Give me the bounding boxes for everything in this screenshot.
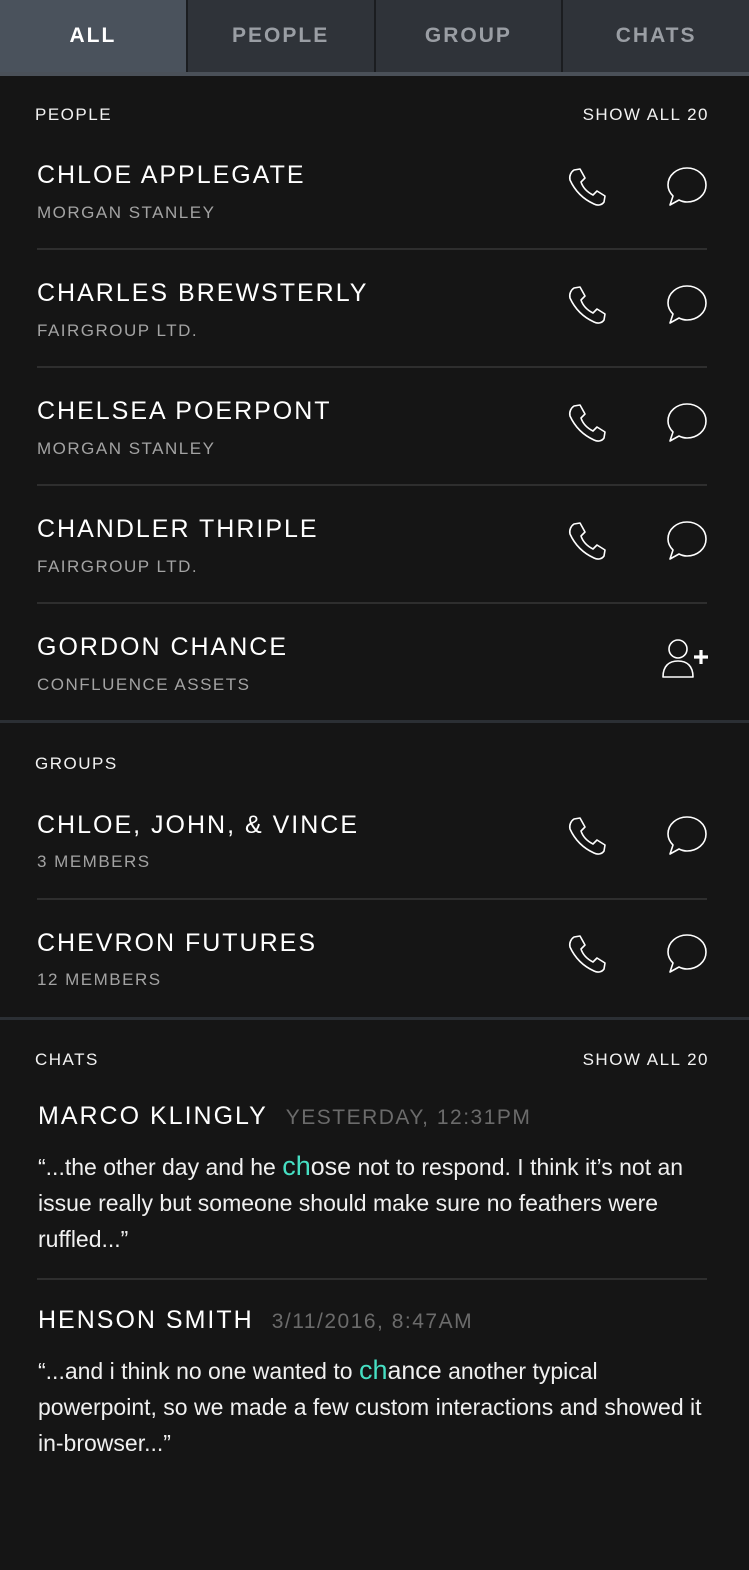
group-name: CHEVRON FUTURES bbox=[37, 929, 318, 957]
person-company: FAIRGROUP LTD. bbox=[37, 557, 199, 576]
chat-header: HENSON SMITH 3/11/2016, 8:47AM bbox=[38, 1306, 708, 1335]
phone-icon[interactable] bbox=[565, 519, 609, 563]
snippet-text: “...and i think no one wanted to bbox=[38, 1358, 359, 1384]
chat-divider bbox=[37, 1278, 707, 1280]
snippet-match-rest: ance bbox=[387, 1357, 442, 1385]
person-row[interactable]: CHLOE APPLEGATE MORGAN STANLEY bbox=[37, 132, 707, 250]
tab-all[interactable]: ALL bbox=[0, 0, 188, 72]
chat-snippet: “...and i think no one wanted to chance … bbox=[38, 1352, 718, 1461]
phone-icon[interactable] bbox=[565, 814, 609, 858]
phone-icon[interactable] bbox=[565, 283, 609, 327]
person-company: FAIRGROUP LTD. bbox=[37, 321, 199, 340]
chat-bubble-icon[interactable] bbox=[665, 519, 709, 563]
person-name: CHANDLER THRIPLE bbox=[37, 515, 319, 543]
person-row[interactable]: GORDON CHANCE CONFLUENCE ASSETS bbox=[37, 604, 708, 722]
person-row[interactable]: CHELSEA POERPONT MORGAN STANLEY bbox=[37, 368, 707, 486]
chat-timestamp: 3/11/2016, 8:47AM bbox=[271, 1310, 474, 1333]
group-members: 12 MEMBERS bbox=[37, 970, 162, 989]
group-row[interactable]: CHLOE, JOHN, & VINCE 3 MEMBERS bbox=[37, 782, 707, 900]
person-name: CHARLES BREWSTERLY bbox=[37, 279, 369, 307]
people-section-header: PEOPLE SHOW ALL 20 bbox=[35, 105, 709, 129]
person-row[interactable]: CHARLES BREWSTERLY FAIRGROUP LTD. bbox=[37, 250, 707, 368]
group-name: CHLOE, JOHN, & VINCE bbox=[37, 811, 359, 839]
phone-icon[interactable] bbox=[565, 401, 609, 445]
chat-result[interactable]: MARCO KLINGLY YESTERDAY, 12:31PM “...the … bbox=[38, 1102, 708, 1272]
snippet-text: “...the other day and he bbox=[38, 1154, 283, 1180]
section-divider bbox=[0, 1017, 749, 1020]
tab-people[interactable]: PEOPLE bbox=[188, 0, 376, 72]
phone-icon[interactable] bbox=[565, 932, 609, 976]
people-show-all-link[interactable]: SHOW ALL 20 bbox=[583, 105, 709, 125]
group-members: 3 MEMBERS bbox=[37, 852, 151, 871]
chats-section-header: CHATS SHOW ALL 20 bbox=[35, 1050, 709, 1074]
tab-group[interactable]: GROUP bbox=[376, 0, 564, 72]
add-contact-icon[interactable] bbox=[661, 636, 711, 682]
chat-bubble-icon[interactable] bbox=[665, 283, 709, 327]
person-name: GORDON CHANCE bbox=[37, 633, 289, 661]
person-company: MORGAN STANLEY bbox=[37, 439, 216, 458]
person-name: CHELSEA POERPONT bbox=[37, 397, 332, 425]
chat-sender: HENSON SMITH bbox=[38, 1306, 254, 1334]
groups-section-title: GROUPS bbox=[35, 754, 118, 773]
group-row[interactable]: CHEVRON FUTURES 12 MEMBERS bbox=[37, 900, 707, 1018]
chat-header: MARCO KLINGLY YESTERDAY, 12:31PM bbox=[38, 1102, 708, 1131]
phone-icon[interactable] bbox=[565, 165, 609, 209]
chat-snippet: “...the other day and he chose not to re… bbox=[38, 1148, 718, 1257]
person-name: CHLOE APPLEGATE bbox=[37, 161, 306, 189]
chat-bubble-icon[interactable] bbox=[665, 932, 709, 976]
section-divider bbox=[0, 720, 749, 723]
person-company: MORGAN STANLEY bbox=[37, 203, 216, 222]
search-match-highlight: ch bbox=[282, 1151, 311, 1181]
chats-section-title: CHATS bbox=[35, 1050, 99, 1069]
person-row[interactable]: CHANDLER THRIPLE FAIRGROUP LTD. bbox=[37, 486, 707, 604]
people-section-title: PEOPLE bbox=[35, 105, 113, 124]
chat-sender: MARCO KLINGLY bbox=[38, 1102, 268, 1130]
tab-chats[interactable]: CHATS bbox=[563, 0, 749, 72]
chat-bubble-icon[interactable] bbox=[665, 401, 709, 445]
tab-bar: ALL PEOPLE GROUP CHATS bbox=[0, 0, 749, 76]
search-match-highlight: ch bbox=[358, 1355, 388, 1385]
chats-show-all-link[interactable]: SHOW ALL 20 bbox=[583, 1050, 709, 1070]
chat-result[interactable]: HENSON SMITH 3/11/2016, 8:47AM “...and i … bbox=[38, 1306, 708, 1476]
groups-section-header: GROUPS bbox=[35, 754, 709, 778]
person-company: CONFLUENCE ASSETS bbox=[37, 675, 251, 694]
chat-bubble-icon[interactable] bbox=[665, 165, 709, 209]
snippet-match-rest: ose bbox=[310, 1153, 352, 1181]
chat-timestamp: YESTERDAY, 12:31PM bbox=[285, 1106, 532, 1129]
chat-bubble-icon[interactable] bbox=[665, 814, 709, 858]
